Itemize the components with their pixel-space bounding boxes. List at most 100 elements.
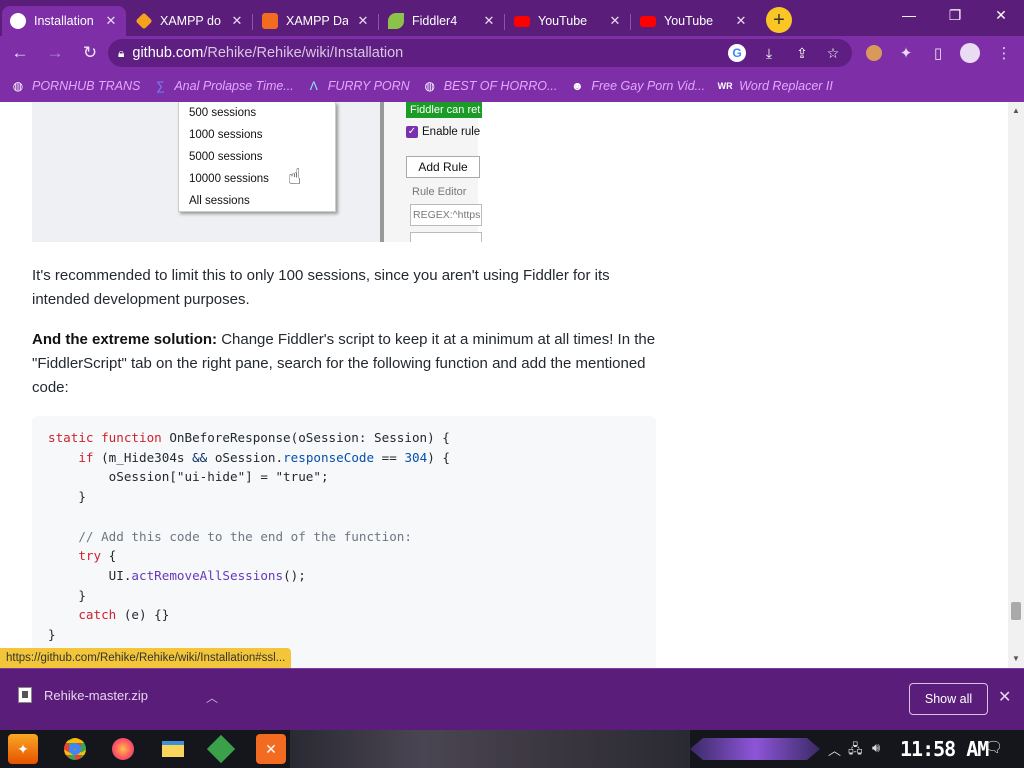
volume-icon[interactable]: 🔊︎: [872, 740, 880, 756]
bookmark-icon: ∑: [156, 79, 165, 93]
bookmark-item[interactable]: ☻ Free Gay Porn Vid...: [569, 78, 705, 94]
tab-xampp-2[interactable]: XAMPP Da ✕: [254, 6, 379, 36]
avatar[interactable]: [958, 41, 982, 65]
forward-icon[interactable]: →: [40, 38, 70, 68]
taskbar-wallpaper: [290, 730, 690, 768]
session-option: All sessions: [189, 195, 250, 207]
a-logo-icon: Λ: [309, 79, 318, 93]
close-icon[interactable]: ✕: [104, 13, 118, 29]
new-tab-button[interactable]: +: [766, 7, 792, 33]
paragraph: It's recommended to limit this to only 1…: [32, 267, 610, 308]
url-text[interactable]: github.com/Rehike/Rehike/wiki/Installati…: [132, 45, 403, 61]
xampp-icon: [135, 12, 153, 30]
bookmark-item[interactable]: ∑ Anal Prolapse Time...: [152, 78, 294, 94]
paragraph: And the extreme solution: Change Fiddler…: [32, 331, 656, 396]
zip-file-icon: [18, 687, 32, 703]
install-icon[interactable]: ⤓: [759, 43, 779, 63]
puzzle-icon[interactable]: ✦: [894, 41, 918, 65]
tab-title: XAMPP do: [160, 14, 221, 28]
tab-strip: Installation ✕ XAMPP do ✕ XAMPP Da ✕ Fid…: [0, 0, 1024, 36]
tab-title: Fiddler4: [412, 14, 458, 28]
scroll-down-icon[interactable]: ▼: [1012, 654, 1020, 663]
globe-icon: ◍: [12, 79, 24, 93]
menu-icon[interactable]: ⋮: [992, 41, 1016, 65]
second-field: [410, 232, 482, 242]
regex-field: REGEX:^https: [410, 204, 482, 226]
share-icon[interactable]: ⇪: [792, 43, 812, 63]
reload-icon[interactable]: ↻: [75, 38, 105, 68]
close-icon[interactable]: ✕: [482, 13, 496, 29]
taskbar: ✦ ✕ ︿ 🖧︎ 🔊︎ 11:58 AM 🗨︎: [0, 730, 1024, 768]
status-url: https://github.com/Rehike/Rehike/wiki/In…: [0, 648, 292, 668]
google-icon[interactable]: G: [728, 44, 746, 62]
file-explorer-icon[interactable]: [158, 734, 188, 764]
scroll-up-icon[interactable]: ▲: [1012, 106, 1020, 115]
download-item[interactable]: Rehike-master.zip: [18, 687, 148, 703]
close-icon[interactable]: ✕: [230, 13, 244, 29]
tab-title: YouTube: [538, 14, 588, 28]
xampp-icon: [262, 13, 278, 29]
fiddler-icon: [388, 13, 404, 29]
clock[interactable]: 11:58 AM: [900, 737, 989, 761]
side-panel-icon[interactable]: ▯: [926, 41, 950, 65]
fiddler-taskbar-icon[interactable]: [206, 734, 236, 764]
close-icon[interactable]: ✕: [734, 13, 748, 29]
chrome-icon[interactable]: [60, 734, 90, 764]
tab-xampp-1[interactable]: XAMPP do ✕: [128, 6, 253, 36]
bookmark-item[interactable]: ◍ BEST OF HORRO...: [422, 78, 557, 94]
star-icon[interactable]: ☆: [823, 43, 843, 63]
show-all-button[interactable]: Show all: [909, 683, 988, 715]
github-icon: [10, 13, 26, 29]
session-option: 5000 sessions: [189, 151, 263, 163]
session-option: 10000 sessions: [189, 173, 269, 185]
restore-icon[interactable]: ❐: [932, 0, 978, 30]
tab-fiddler[interactable]: Fiddler4 ✕: [380, 6, 505, 36]
close-icon[interactable]: ✕: [998, 687, 1011, 707]
session-option: 1000 sessions: [189, 129, 263, 141]
tab-title: XAMPP Da: [286, 14, 348, 28]
lock-icon[interactable]: 🔒︎: [118, 46, 124, 61]
bookmark-item[interactable]: Λ FURRY PORN: [306, 78, 410, 94]
taskbar-ornament: [690, 738, 820, 760]
firefox-icon[interactable]: [108, 734, 138, 764]
bookmarks-bar: ◍ PORNHUB TRANS ∑ Anal Prolapse Time... ΛF…: [0, 70, 1024, 102]
minimize-icon[interactable]: —: [886, 0, 932, 30]
tab-youtube-2[interactable]: YouTube ✕: [632, 6, 756, 36]
chevron-up-icon[interactable]: ︿: [206, 689, 218, 706]
page-content: 500 sessions 1000 sessions 5000 sessions…: [0, 102, 1024, 668]
close-icon[interactable]: ✕: [608, 13, 622, 29]
address-bar[interactable]: 🔒︎ github.com/Rehike/Rehike/wiki/Install…: [108, 39, 852, 67]
enable-rule-checkbox: ✓ Enable rule: [406, 126, 481, 138]
back-icon[interactable]: ←: [5, 38, 35, 68]
tray-chevron-icon[interactable]: ︿: [828, 740, 841, 759]
tab-installation[interactable]: Installation ✕: [2, 6, 126, 36]
embedded-screenshot: 500 sessions 1000 sessions 5000 sessions…: [32, 102, 482, 242]
vertical-scrollbar[interactable]: ▲ ▼: [1008, 102, 1024, 668]
xampp-taskbar-icon[interactable]: ✕: [256, 734, 286, 764]
download-bar: Rehike-master.zip ︿ Show all ✕: [0, 668, 1024, 730]
youtube-icon: [640, 15, 656, 27]
globe-icon: ◍: [424, 79, 435, 93]
bookmark-item[interactable]: ◍ PORNHUB TRANS: [10, 78, 141, 94]
green-label: Fiddler can ret: [406, 102, 482, 118]
youtube-icon: [514, 15, 530, 27]
scrollbar-thumb[interactable]: [1011, 602, 1021, 620]
sessions-dropdown: 500 sessions 1000 sessions 5000 sessions…: [178, 102, 336, 212]
browser-toolbar: ← → ↻ 🔒︎ github.com/Rehike/Rehike/wiki/I…: [0, 36, 1024, 70]
wr-icon: WR: [717, 81, 733, 91]
window-controls: — ❐ ✕: [886, 0, 1024, 30]
bookmark-item[interactable]: WR Word Replacer II: [717, 78, 833, 94]
download-filename: Rehike-master.zip: [44, 687, 149, 703]
rules-pane: Fiddler can ret ✓ Enable rule Add Rule Ru…: [380, 102, 482, 242]
hand-cursor-icon: ☝: [288, 164, 302, 189]
network-icon[interactable]: 🖧︎: [848, 740, 863, 762]
start-icon[interactable]: ✦: [8, 734, 38, 764]
close-window-icon[interactable]: ✕: [978, 0, 1024, 30]
notification-icon[interactable]: 🗨︎: [984, 738, 1003, 756]
tab-title: YouTube: [664, 14, 714, 28]
code-block: static function OnBeforeResponse(oSessio…: [32, 416, 656, 668]
tab-youtube-1[interactable]: YouTube ✕: [506, 6, 631, 36]
close-icon[interactable]: ✕: [356, 13, 370, 29]
profile-extension-icon[interactable]: [862, 41, 886, 65]
session-option: 500 sessions: [189, 107, 257, 119]
